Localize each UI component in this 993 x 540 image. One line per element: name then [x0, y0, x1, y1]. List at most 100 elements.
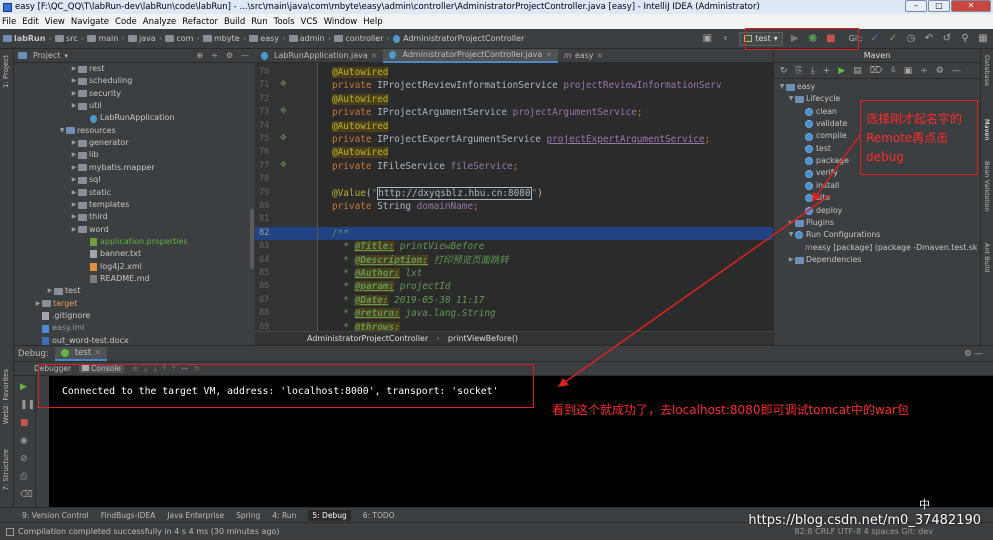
tree-item[interactable]: .gitignore: [34, 310, 90, 322]
tree-item[interactable]: easy.iml: [34, 322, 84, 334]
menu-analyze[interactable]: Analyze: [143, 17, 177, 27]
skip-tests-icon[interactable]: ⩯: [890, 66, 895, 76]
console-output[interactable]: Connected to the target VM, address: 'lo…: [49, 376, 993, 508]
maven-tool-tab[interactable]: Maven: [983, 119, 991, 141]
run-icon[interactable]: ▶: [789, 33, 801, 45]
menu-file[interactable]: File: [2, 17, 16, 27]
expand-arrow-icon[interactable]: ▶: [70, 88, 78, 100]
maven-tree-item[interactable]: deploy: [805, 205, 842, 217]
menu-view[interactable]: View: [45, 17, 65, 27]
bean-gutter-icon[interactable]: ✥: [280, 106, 287, 115]
git-history-icon[interactable]: ◷: [905, 33, 917, 45]
stop-icon[interactable]: ■: [825, 33, 837, 45]
maven-tree-item[interactable]: verify: [805, 167, 838, 179]
resume-icon[interactable]: ▶: [20, 382, 27, 392]
ant-build-tool-tab[interactable]: Ant Build: [983, 243, 991, 273]
bottom-tab[interactable]: 9: Version Control: [22, 511, 89, 520]
close-icon[interactable]: ×: [371, 51, 378, 60]
project-tool-tab[interactable]: 1: Project: [2, 55, 10, 88]
maven-tree-item[interactable]: clean: [805, 106, 837, 118]
tree-item[interactable]: banner.txt: [82, 248, 141, 260]
expand-arrow-icon[interactable]: ▶: [70, 75, 78, 87]
maven-tree-item[interactable]: m easy [package] (package -Dmaven.test.s…: [805, 242, 977, 254]
menu-build[interactable]: Build: [224, 17, 245, 27]
pause-icon[interactable]: ❚❚: [20, 400, 35, 410]
maven-tree-item[interactable]: ▶ Plugins: [787, 217, 834, 229]
bottom-tab[interactable]: 6: TODO: [363, 511, 395, 520]
project-panel-title[interactable]: Project: [33, 51, 60, 60]
delete-icon[interactable]: ⌫: [20, 490, 33, 500]
expand-arrow-icon[interactable]: ▶: [787, 254, 795, 266]
tree-item[interactable]: ▶ word: [70, 224, 109, 236]
maven-tree-item[interactable]: ▶ Dependencies: [787, 254, 862, 266]
close-icon[interactable]: ×: [597, 51, 604, 60]
menu-refactor[interactable]: Refactor: [182, 17, 218, 27]
gear-icon[interactable]: ⚙: [226, 51, 233, 60]
breadcrumb-item[interactable]: java: [127, 34, 156, 43]
tree-item[interactable]: ▶ generator: [70, 137, 129, 149]
expand-arrow-icon[interactable]: ▶: [70, 187, 78, 199]
tab-console[interactable]: Console: [79, 364, 124, 373]
editor-tab[interactable]: AdministratorProjectController.java ×: [383, 48, 559, 63]
editor-tab[interactable]: m easy ×: [558, 49, 609, 63]
maven-tree-item[interactable]: test: [805, 143, 831, 155]
maven-tree-item[interactable]: package: [805, 155, 849, 167]
tree-item[interactable]: ▶ third: [70, 211, 108, 223]
tree-item[interactable]: ▶ lib: [70, 149, 99, 161]
maven-tree-item[interactable]: validate: [805, 118, 847, 130]
git-update-icon[interactable]: ✓: [869, 33, 881, 45]
expand-arrow-icon[interactable]: ▶: [70, 211, 78, 223]
bean-gutter-icon[interactable]: ✥: [280, 133, 287, 142]
breadcrumb-item[interactable]: easy: [249, 34, 279, 43]
maven-tree-item[interactable]: ▼ Run Configurations: [787, 229, 880, 241]
menu-help[interactable]: Help: [363, 17, 382, 27]
minimize-button[interactable]: –: [905, 0, 927, 12]
collapse-icon[interactable]: ÷: [211, 51, 218, 60]
bottom-tab[interactable]: 5: Debug: [308, 509, 351, 521]
breadcrumb-item[interactable]: AdministratorProjectController: [393, 34, 524, 43]
tree-item[interactable]: log4j2.xml: [82, 261, 142, 273]
locate-icon[interactable]: ⊕: [196, 51, 203, 60]
menu-run[interactable]: Run: [251, 17, 267, 27]
expand-arrow-icon[interactable]: ▶: [70, 162, 78, 174]
maven-tree-item[interactable]: install: [805, 180, 839, 192]
maximize-button[interactable]: □: [928, 0, 950, 12]
close-button[interactable]: ✕: [951, 0, 991, 12]
editor-tab[interactable]: LabRunApplication.java ×: [255, 49, 383, 63]
expand-arrow-icon[interactable]: ▼: [787, 229, 795, 241]
tree-item[interactable]: ▶ scheduling: [70, 75, 133, 87]
execute-goal-icon[interactable]: ▤: [853, 66, 862, 76]
run-config-selector[interactable]: test ▾: [739, 31, 783, 46]
settings-icon[interactable]: ⚙: [936, 66, 944, 76]
maven-tree-item[interactable]: ▼ Lifecycle: [787, 93, 841, 105]
structure-tool-tab[interactable]: 7: Structure: [2, 449, 10, 491]
project-scrollbar[interactable]: [250, 209, 254, 269]
expand-arrow-icon[interactable]: ▶: [70, 224, 78, 236]
undo-icon[interactable]: ↺: [941, 33, 953, 45]
hide-icon[interactable]: —: [952, 66, 961, 76]
chevron-down-icon[interactable]: ▾: [64, 52, 68, 60]
debug-config-tab[interactable]: test ×: [54, 346, 108, 361]
add-icon[interactable]: +: [823, 66, 831, 76]
run-icon[interactable]: ▶: [838, 66, 845, 76]
settings-icon[interactable]: ▦: [977, 33, 989, 45]
expand-arrow-icon[interactable]: ▶: [70, 149, 78, 161]
menu-edit[interactable]: Edit: [22, 17, 38, 27]
expand-arrow-icon[interactable]: ▶: [70, 199, 78, 211]
download-icon[interactable]: ⤓: [811, 66, 815, 76]
back-arrow-icon[interactable]: ‹: [719, 33, 731, 45]
debug-step-toolbar[interactable]: ≡⤓⤓⤒⤒↦↻: [132, 364, 206, 374]
menu-window[interactable]: Window: [324, 17, 358, 27]
menu-code[interactable]: Code: [115, 17, 137, 27]
breadcrumb-item[interactable]: mbyte: [203, 34, 240, 43]
breadcrumb-item[interactable]: labRun: [3, 34, 45, 43]
expand-arrow-icon[interactable]: ▶: [787, 217, 795, 229]
reimport-icon[interactable]: ⎘: [796, 66, 803, 76]
git-commit-icon[interactable]: ✓: [887, 33, 899, 45]
code-breadcrumb-class[interactable]: AdministratorProjectController: [307, 334, 428, 343]
breadcrumb-item[interactable]: admin: [288, 34, 325, 43]
tree-item[interactable]: ▶ mybatis.mapper: [70, 162, 155, 174]
search-icon[interactable]: ⚲: [959, 33, 971, 45]
menu-navigate[interactable]: Navigate: [71, 17, 109, 27]
database-tool-tab[interactable]: Database: [983, 55, 991, 86]
